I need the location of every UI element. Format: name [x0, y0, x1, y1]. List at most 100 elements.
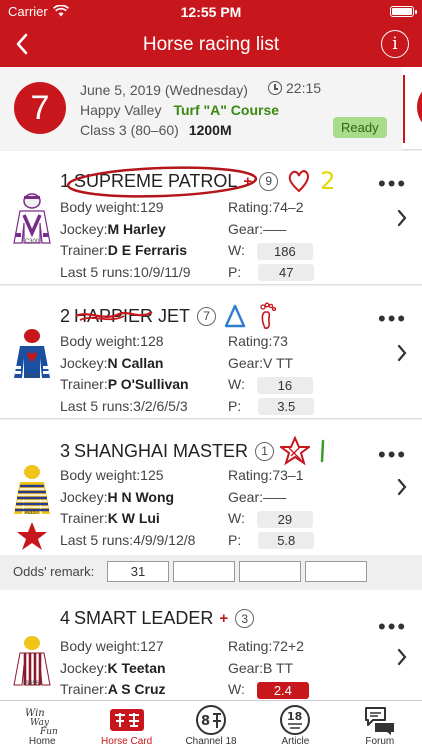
tab-bar: Win Way Fun Home Horse Card 8 Channel 18 1…: [0, 700, 422, 750]
status-badge: Ready: [333, 117, 387, 138]
jockey-name: K Teetan: [107, 659, 166, 676]
clock-time: 12:55 PM: [180, 4, 242, 20]
tab-home[interactable]: Win Way Fun Home: [0, 701, 84, 750]
trainer-name: A S Cruz: [107, 681, 166, 697]
silk-code: T372: [25, 374, 39, 380]
star-icon: [17, 522, 47, 550]
chevron-right-icon[interactable]: [396, 344, 408, 362]
tab-label: Article: [281, 736, 310, 747]
silk-code: A337: [24, 510, 39, 516]
race-header: 7 June 5, 2019 (Wednesday) Happy Valley T…: [0, 67, 422, 150]
scribble-annotation-icon: [75, 310, 153, 321]
article-icon: 18: [275, 704, 315, 736]
race-course: Turf "A" Course: [173, 102, 280, 118]
jockey-name: H N Wong: [107, 488, 175, 505]
footprint-icon: [260, 302, 277, 329]
more-button[interactable]: •••: [378, 173, 407, 195]
race-number-badge: 7: [14, 82, 66, 134]
gear: Gear:B TT: [228, 659, 294, 676]
svg-text:8: 8: [201, 714, 210, 729]
jockey-name: M Harley: [107, 220, 166, 237]
trainer-name: P O'Sullivan: [107, 376, 189, 392]
horse-row[interactable]: B456 4 SMART LEADER + 3 ••• Body weight:…: [0, 590, 422, 702]
tab-label: Forum: [365, 736, 395, 747]
more-button[interactable]: •••: [378, 308, 407, 330]
last-5-runs: Last 5 runs:4/9/9/12/8: [60, 531, 196, 548]
place-odds: 47: [258, 264, 315, 282]
jockey-silk-icon: A337: [10, 464, 54, 522]
odds-remark-box[interactable]: [173, 561, 235, 582]
draw-badge: 1: [255, 441, 275, 461]
chevron-right-icon[interactable]: [396, 209, 408, 227]
rating: Rating:74–2: [228, 199, 304, 215]
trainer-name: K W Lui: [107, 510, 160, 526]
odds-remark-box[interactable]: [305, 561, 367, 582]
odds-remark-label: Odds' remark:: [13, 564, 95, 579]
last-5-runs: Last 5 runs:10/9/11/9: [60, 263, 191, 280]
race-card-next[interactable]: [403, 75, 422, 143]
horse-name: 1 SUPREME PATROL + 9 2: [60, 165, 336, 198]
jockey-silk-icon: B456: [10, 635, 54, 693]
race-class: Class 3 (80–60): [80, 122, 179, 138]
race-info: June 5, 2019 (Wednesday) Happy Valley Tur…: [80, 80, 279, 140]
heart-icon: [288, 170, 310, 193]
race-distance: 1200M: [188, 122, 232, 138]
circled-annotation-icon: [66, 165, 258, 198]
tab-label: Home: [28, 736, 56, 747]
svg-text:Fun: Fun: [39, 727, 58, 736]
horse-card-icon: [107, 704, 147, 736]
race-card-current[interactable]: 7 June 5, 2019 (Wednesday) Happy Valley T…: [0, 67, 402, 150]
odds-remark-box[interactable]: 31: [107, 561, 169, 582]
jockey-silk-icon: T372: [10, 328, 54, 386]
body-weight: Body weight:125: [60, 467, 164, 483]
tab-channel-18[interactable]: 8 Channel 18: [169, 701, 253, 750]
race-time: 22:15: [268, 80, 321, 96]
race-date: June 5, 2019 (Wednesday): [80, 82, 248, 98]
trainer-name: D E Ferraris: [107, 242, 188, 258]
odds-remark-row: Odds' remark: 31: [0, 555, 422, 589]
silk-code: C300: [24, 239, 40, 245]
svg-text:18: 18: [287, 710, 302, 723]
info-button[interactable]: i: [381, 30, 409, 58]
horse-row[interactable]: A337 3 SHANGHAI MASTER 1 ••• Body weight…: [0, 420, 422, 555]
place-odds: 3.5: [258, 398, 315, 416]
win-odds: 2.4: [256, 681, 309, 699]
odds-remark-box[interactable]: [239, 561, 301, 582]
rating: Rating:73–1: [228, 467, 304, 483]
rating: Rating:72+2: [228, 638, 304, 654]
race-time-value: 22:15: [286, 80, 322, 96]
horse-name: 2 HAPPIER JET 7: [60, 302, 278, 330]
more-button[interactable]: •••: [378, 616, 407, 638]
silk-code: B456: [24, 681, 39, 687]
top-bar: Carrier 12:55 PM Horse racing list i: [0, 0, 422, 67]
horse-row[interactable]: T372 2 HAPPIER JET 7 ••• Body weight:128…: [0, 286, 422, 419]
triangle-icon: [224, 304, 246, 328]
horse-name: 4 SMART LEADER + 3: [60, 608, 255, 629]
win-odds: 16: [256, 376, 313, 394]
chevron-right-icon[interactable]: [396, 478, 408, 496]
draw-badge: 3: [235, 609, 255, 628]
more-button[interactable]: •••: [378, 444, 407, 466]
annotation-number: 2: [320, 167, 336, 195]
body-weight: Body weight:129: [60, 199, 164, 215]
body-weight: Body weight:127: [60, 638, 164, 654]
place-odds: 5.8: [258, 532, 315, 550]
back-button[interactable]: [8, 30, 36, 58]
tab-horse-card[interactable]: Horse Card: [84, 701, 168, 750]
chevron-right-icon[interactable]: [396, 648, 408, 666]
star-outline-icon: [280, 436, 311, 466]
forum-icon: [360, 704, 400, 736]
horse-row[interactable]: C300 1 SUPREME PATROL + 9 2 ••• Body wei…: [0, 151, 422, 285]
body-weight: Body weight:128: [60, 333, 164, 349]
home-logo-icon: Win Way Fun: [22, 704, 62, 736]
gear: Gear:V TT: [228, 354, 294, 371]
tab-forum[interactable]: Forum: [338, 701, 422, 750]
race-venue: Happy Valley: [80, 102, 162, 118]
nav-bar: Horse racing list i: [0, 22, 422, 67]
clock-icon: [268, 81, 282, 95]
rating: Rating:73: [228, 333, 288, 349]
plus-icon: +: [219, 610, 229, 627]
page-title: Horse racing list: [142, 33, 280, 55]
tab-article[interactable]: 18 Article: [253, 701, 337, 750]
tick-mark-icon: [320, 439, 325, 463]
